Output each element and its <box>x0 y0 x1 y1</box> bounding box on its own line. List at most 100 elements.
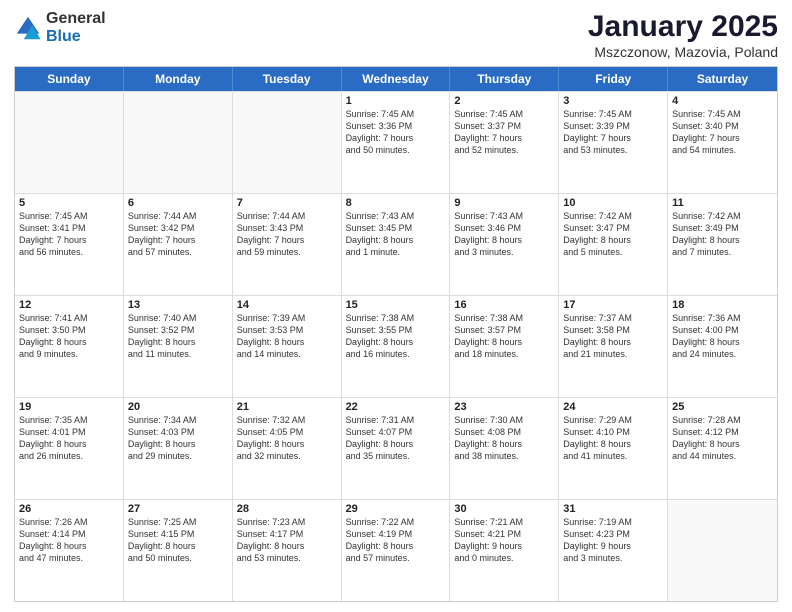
day-number: 6 <box>128 197 228 209</box>
day-info: Sunrise: 7:45 AM Sunset: 3:40 PM Dayligh… <box>672 108 773 157</box>
day-info: Sunrise: 7:25 AM Sunset: 4:15 PM Dayligh… <box>128 516 228 565</box>
day-number: 9 <box>454 197 554 209</box>
day-of-week-header: Thursday <box>450 67 559 91</box>
day-info: Sunrise: 7:45 AM Sunset: 3:37 PM Dayligh… <box>454 108 554 157</box>
day-info: Sunrise: 7:36 AM Sunset: 4:00 PM Dayligh… <box>672 312 773 361</box>
day-number: 23 <box>454 401 554 413</box>
calendar-day-cell: 18Sunrise: 7:36 AM Sunset: 4:00 PM Dayli… <box>668 296 777 397</box>
calendar-day-cell: 16Sunrise: 7:38 AM Sunset: 3:57 PM Dayli… <box>450 296 559 397</box>
day-info: Sunrise: 7:29 AM Sunset: 4:10 PM Dayligh… <box>563 414 663 463</box>
day-number: 13 <box>128 299 228 311</box>
day-info: Sunrise: 7:32 AM Sunset: 4:05 PM Dayligh… <box>237 414 337 463</box>
page: General Blue January 2025 Mszczonow, Maz… <box>0 0 792 612</box>
calendar-day-cell: 26Sunrise: 7:26 AM Sunset: 4:14 PM Dayli… <box>15 500 124 601</box>
day-number: 12 <box>19 299 119 311</box>
calendar-day-cell: 11Sunrise: 7:42 AM Sunset: 3:49 PM Dayli… <box>668 194 777 295</box>
calendar-day-cell: 21Sunrise: 7:32 AM Sunset: 4:05 PM Dayli… <box>233 398 342 499</box>
calendar-day-cell: 15Sunrise: 7:38 AM Sunset: 3:55 PM Dayli… <box>342 296 451 397</box>
calendar-day-cell: 30Sunrise: 7:21 AM Sunset: 4:21 PM Dayli… <box>450 500 559 601</box>
calendar-day-cell: 19Sunrise: 7:35 AM Sunset: 4:01 PM Dayli… <box>15 398 124 499</box>
calendar-day-cell: 29Sunrise: 7:22 AM Sunset: 4:19 PM Dayli… <box>342 500 451 601</box>
calendar-day-cell: 25Sunrise: 7:28 AM Sunset: 4:12 PM Dayli… <box>668 398 777 499</box>
day-info: Sunrise: 7:38 AM Sunset: 3:57 PM Dayligh… <box>454 312 554 361</box>
calendar-week-row: 19Sunrise: 7:35 AM Sunset: 4:01 PM Dayli… <box>15 397 777 499</box>
calendar-day-cell <box>15 92 124 193</box>
calendar-day-cell: 28Sunrise: 7:23 AM Sunset: 4:17 PM Dayli… <box>233 500 342 601</box>
calendar-day-cell: 31Sunrise: 7:19 AM Sunset: 4:23 PM Dayli… <box>559 500 668 601</box>
calendar-week-row: 12Sunrise: 7:41 AM Sunset: 3:50 PM Dayli… <box>15 295 777 397</box>
day-info: Sunrise: 7:30 AM Sunset: 4:08 PM Dayligh… <box>454 414 554 463</box>
calendar-day-cell <box>124 92 233 193</box>
day-info: Sunrise: 7:22 AM Sunset: 4:19 PM Dayligh… <box>346 516 446 565</box>
day-number: 5 <box>19 197 119 209</box>
day-info: Sunrise: 7:40 AM Sunset: 3:52 PM Dayligh… <box>128 312 228 361</box>
day-number: 7 <box>237 197 337 209</box>
day-number: 18 <box>672 299 773 311</box>
day-number: 1 <box>346 95 446 107</box>
day-info: Sunrise: 7:42 AM Sunset: 3:49 PM Dayligh… <box>672 210 773 259</box>
main-title: January 2025 <box>588 10 778 44</box>
calendar-day-cell: 13Sunrise: 7:40 AM Sunset: 3:52 PM Dayli… <box>124 296 233 397</box>
calendar-day-cell: 1Sunrise: 7:45 AM Sunset: 3:36 PM Daylig… <box>342 92 451 193</box>
day-number: 20 <box>128 401 228 413</box>
calendar-day-cell: 12Sunrise: 7:41 AM Sunset: 3:50 PM Dayli… <box>15 296 124 397</box>
day-number: 21 <box>237 401 337 413</box>
day-of-week-header: Monday <box>124 67 233 91</box>
day-number: 19 <box>19 401 119 413</box>
calendar-day-cell: 20Sunrise: 7:34 AM Sunset: 4:03 PM Dayli… <box>124 398 233 499</box>
logo: General Blue <box>14 10 106 46</box>
day-info: Sunrise: 7:43 AM Sunset: 3:45 PM Dayligh… <box>346 210 446 259</box>
day-of-week-header: Sunday <box>15 67 124 91</box>
day-info: Sunrise: 7:21 AM Sunset: 4:21 PM Dayligh… <box>454 516 554 565</box>
day-of-week-header: Friday <box>559 67 668 91</box>
calendar-header: SundayMondayTuesdayWednesdayThursdayFrid… <box>15 67 777 91</box>
day-info: Sunrise: 7:37 AM Sunset: 3:58 PM Dayligh… <box>563 312 663 361</box>
day-info: Sunrise: 7:38 AM Sunset: 3:55 PM Dayligh… <box>346 312 446 361</box>
calendar-day-cell <box>233 92 342 193</box>
day-number: 10 <box>563 197 663 209</box>
day-info: Sunrise: 7:28 AM Sunset: 4:12 PM Dayligh… <box>672 414 773 463</box>
logo-text: General Blue <box>46 10 106 46</box>
day-number: 4 <box>672 95 773 107</box>
calendar-day-cell: 8Sunrise: 7:43 AM Sunset: 3:45 PM Daylig… <box>342 194 451 295</box>
calendar-body: 1Sunrise: 7:45 AM Sunset: 3:36 PM Daylig… <box>15 91 777 601</box>
day-info: Sunrise: 7:41 AM Sunset: 3:50 PM Dayligh… <box>19 312 119 361</box>
day-number: 25 <box>672 401 773 413</box>
day-info: Sunrise: 7:23 AM Sunset: 4:17 PM Dayligh… <box>237 516 337 565</box>
day-info: Sunrise: 7:45 AM Sunset: 3:39 PM Dayligh… <box>563 108 663 157</box>
day-number: 29 <box>346 503 446 515</box>
day-info: Sunrise: 7:19 AM Sunset: 4:23 PM Dayligh… <box>563 516 663 565</box>
calendar-day-cell: 5Sunrise: 7:45 AM Sunset: 3:41 PM Daylig… <box>15 194 124 295</box>
day-number: 22 <box>346 401 446 413</box>
calendar-day-cell: 23Sunrise: 7:30 AM Sunset: 4:08 PM Dayli… <box>450 398 559 499</box>
title-block: January 2025 Mszczonow, Mazovia, Poland <box>588 10 778 60</box>
day-info: Sunrise: 7:42 AM Sunset: 3:47 PM Dayligh… <box>563 210 663 259</box>
day-of-week-header: Saturday <box>668 67 777 91</box>
day-info: Sunrise: 7:44 AM Sunset: 3:43 PM Dayligh… <box>237 210 337 259</box>
day-number: 27 <box>128 503 228 515</box>
calendar-day-cell: 10Sunrise: 7:42 AM Sunset: 3:47 PM Dayli… <box>559 194 668 295</box>
logo-blue: Blue <box>46 28 81 45</box>
calendar-day-cell: 14Sunrise: 7:39 AM Sunset: 3:53 PM Dayli… <box>233 296 342 397</box>
day-number: 17 <box>563 299 663 311</box>
calendar-day-cell: 2Sunrise: 7:45 AM Sunset: 3:37 PM Daylig… <box>450 92 559 193</box>
day-number: 2 <box>454 95 554 107</box>
calendar-day-cell: 27Sunrise: 7:25 AM Sunset: 4:15 PM Dayli… <box>124 500 233 601</box>
day-number: 31 <box>563 503 663 515</box>
day-number: 16 <box>454 299 554 311</box>
day-of-week-header: Tuesday <box>233 67 342 91</box>
calendar-day-cell: 7Sunrise: 7:44 AM Sunset: 3:43 PM Daylig… <box>233 194 342 295</box>
calendar-day-cell: 4Sunrise: 7:45 AM Sunset: 3:40 PM Daylig… <box>668 92 777 193</box>
calendar-day-cell <box>668 500 777 601</box>
day-info: Sunrise: 7:26 AM Sunset: 4:14 PM Dayligh… <box>19 516 119 565</box>
calendar-week-row: 1Sunrise: 7:45 AM Sunset: 3:36 PM Daylig… <box>15 91 777 193</box>
calendar-day-cell: 6Sunrise: 7:44 AM Sunset: 3:42 PM Daylig… <box>124 194 233 295</box>
calendar-week-row: 26Sunrise: 7:26 AM Sunset: 4:14 PM Dayli… <box>15 499 777 601</box>
day-number: 14 <box>237 299 337 311</box>
day-number: 26 <box>19 503 119 515</box>
subtitle: Mszczonow, Mazovia, Poland <box>588 44 778 60</box>
day-info: Sunrise: 7:44 AM Sunset: 3:42 PM Dayligh… <box>128 210 228 259</box>
day-info: Sunrise: 7:45 AM Sunset: 3:36 PM Dayligh… <box>346 108 446 157</box>
calendar-week-row: 5Sunrise: 7:45 AM Sunset: 3:41 PM Daylig… <box>15 193 777 295</box>
day-number: 30 <box>454 503 554 515</box>
